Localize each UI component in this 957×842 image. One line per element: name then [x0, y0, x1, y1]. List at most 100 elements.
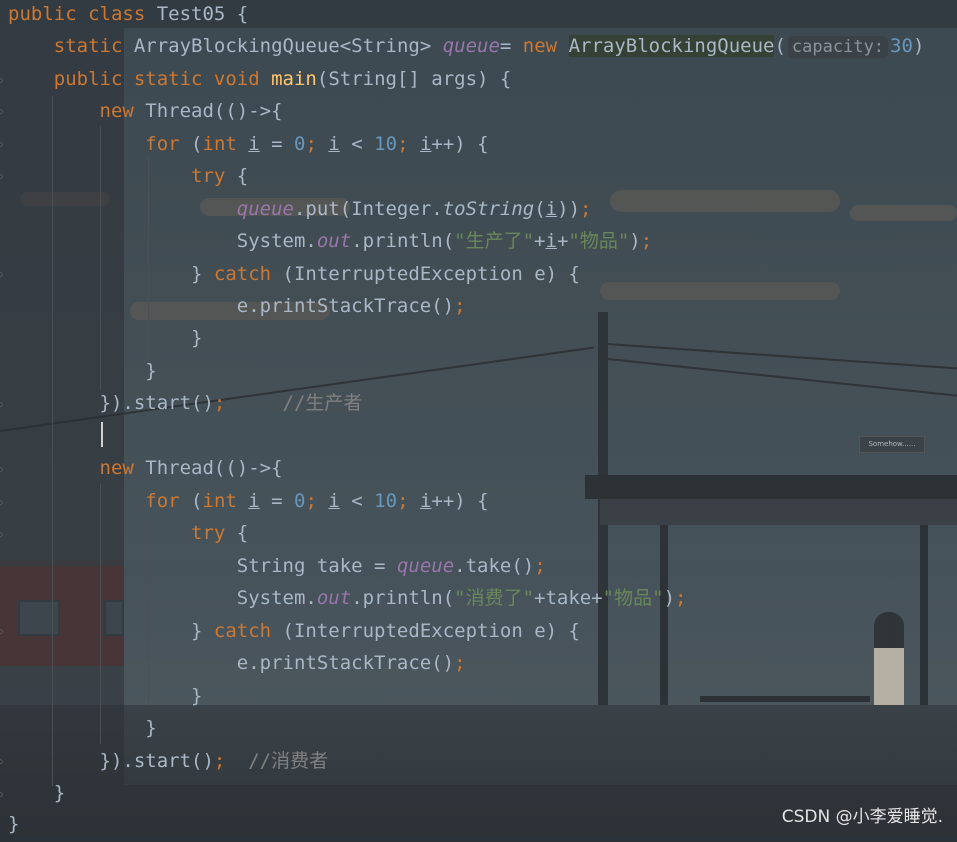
code-line[interactable]: public class Test05 {: [8, 0, 248, 32]
fold-marker-icon[interactable]: ◇: [0, 498, 6, 508]
code-token: }: [8, 717, 157, 739]
code-token: "生产了": [454, 230, 535, 252]
csdn-watermark: CSDN @小李爱睡觉.: [781, 807, 943, 827]
code-token: }: [8, 620, 214, 642]
code-token: ArrayBlockingQueue: [568, 35, 775, 57]
code-token: i: [328, 133, 340, 155]
fold-marker-icon[interactable]: ◇: [0, 465, 6, 475]
code-token: "物品": [602, 587, 664, 609]
code-token: int: [202, 490, 249, 512]
fold-marker-icon[interactable]: ◇: [0, 107, 6, 117]
fold-marker-icon[interactable]: ◇: [0, 530, 6, 540]
code-line[interactable]: for (int i = 0; i < 10; i++) {: [8, 487, 489, 519]
code-line[interactable]: } catch (InterruptedException e) {: [8, 260, 580, 292]
code-token: 30: [890, 35, 913, 57]
code-token: +: [556, 230, 569, 252]
code-token: queue: [442, 35, 500, 57]
code-token: new: [99, 457, 146, 479]
code-line[interactable]: }).start(); //生产者: [8, 389, 363, 421]
code-token: ): [663, 587, 676, 609]
fold-marker-icon[interactable]: ◇: [0, 400, 6, 410]
code-token: i: [419, 133, 432, 155]
code-line[interactable]: new Thread(()->{: [8, 454, 283, 486]
code-line[interactable]: e.printStackTrace();: [8, 649, 466, 681]
code-line[interactable]: }: [8, 810, 19, 842]
code-token: i: [545, 230, 557, 252]
code-line[interactable]: e.printStackTrace();: [8, 292, 466, 324]
station-post: [920, 525, 928, 725]
code-token: <: [339, 133, 375, 155]
code-line[interactable]: queue.put(Integer.toString(i));: [8, 195, 592, 227]
code-token: ): [912, 35, 925, 57]
fold-marker-icon[interactable]: ◇: [0, 790, 6, 800]
code-token: }: [8, 327, 203, 349]
code-token: .println(: [351, 230, 455, 252]
code-line[interactable]: new Thread(()->{: [8, 97, 283, 129]
code-token: main: [271, 68, 317, 90]
code-token: for: [145, 490, 192, 512]
code-token: 10: [374, 490, 398, 512]
code-line[interactable]: }: [8, 714, 157, 746]
code-token: ;: [640, 230, 653, 252]
code-line[interactable]: }: [8, 324, 202, 356]
parameter-hint: capacity:: [787, 36, 889, 58]
code-token: ++) {: [431, 133, 489, 155]
code-line[interactable]: }: [8, 682, 202, 714]
code-token: //消费者: [225, 750, 329, 772]
code-line[interactable]: }).start(); //消费者: [8, 747, 329, 779]
code-token: for: [145, 133, 192, 155]
code-token: out: [316, 230, 352, 252]
fold-marker-icon[interactable]: ◇: [0, 627, 6, 637]
code-line[interactable]: for (int i = 0; i < 10; i++) {: [8, 130, 489, 162]
fold-marker-icon[interactable]: ◇: [0, 172, 6, 182]
code-token: .println(: [351, 587, 455, 609]
code-token: (InterruptedException e) {: [282, 263, 580, 285]
code-token: (: [534, 198, 546, 220]
code-token: }).start(): [8, 392, 214, 414]
fold-marker-icon[interactable]: ◇: [0, 76, 6, 86]
fold-marker-icon[interactable]: ◇: [0, 757, 6, 767]
code-line[interactable]: try {: [8, 162, 248, 194]
fold-marker-icon[interactable]: ◇: [0, 270, 6, 280]
code-line[interactable]: public static void main(String[] args) {: [8, 65, 512, 97]
code-token: ;: [675, 587, 687, 609]
code-token: {: [236, 165, 249, 187]
code-token: "物品": [568, 230, 630, 252]
code-line[interactable]: System.out.println("生产了"+i+"物品");: [8, 227, 652, 259]
code-line[interactable]: System.out.println("消费了"+take+"物品");: [8, 584, 687, 616]
code-token: =: [259, 490, 295, 512]
station-post: [660, 525, 668, 725]
code-token: ;: [213, 392, 226, 414]
code-token: 0: [294, 133, 306, 155]
code-line[interactable]: static ArrayBlockingQueue<String> queue=…: [8, 32, 924, 64]
code-token: +: [534, 230, 546, 252]
code-token: 10: [374, 133, 398, 155]
text-caret: [101, 422, 103, 447]
bench: [700, 696, 870, 702]
code-token: ;: [213, 750, 226, 772]
code-token: ++) {: [431, 490, 489, 512]
code-line[interactable]: } catch (InterruptedException e) {: [8, 617, 580, 649]
code-token: }).start(): [8, 750, 214, 772]
editor-top-overlay: [124, 0, 957, 28]
fold-marker-icon[interactable]: ◇: [0, 140, 6, 150]
code-token: }: [8, 360, 157, 382]
code-line[interactable]: }: [8, 779, 65, 811]
code-token: }: [8, 685, 203, 707]
code-token: new: [99, 100, 146, 122]
code-line[interactable]: try {: [8, 519, 248, 551]
code-token: int: [202, 133, 249, 155]
code-token: ;: [305, 133, 329, 155]
code-token: .put(Integer.: [293, 198, 443, 220]
code-line[interactable]: String take = queue.take();: [8, 552, 546, 584]
code-token: =: [259, 133, 295, 155]
code-token: public class: [8, 3, 157, 25]
code-token: System.: [8, 587, 317, 609]
code-line[interactable]: }: [8, 357, 157, 389]
code-token: public static void: [53, 68, 272, 90]
